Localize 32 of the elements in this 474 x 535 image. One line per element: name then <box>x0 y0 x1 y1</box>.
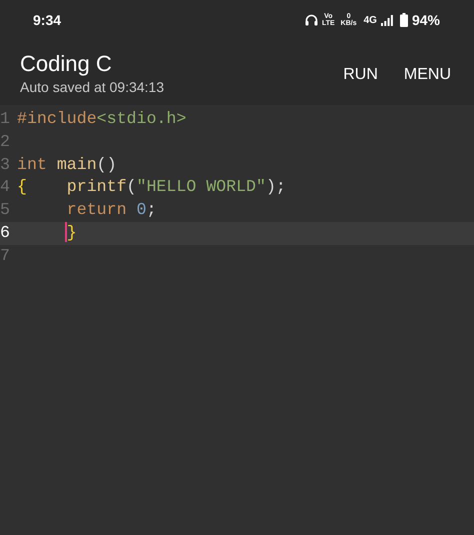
text-cursor <box>64 222 67 242</box>
code-token: ; <box>146 200 156 220</box>
code-token: 0 <box>136 200 146 220</box>
code-token: ); <box>266 177 286 196</box>
line-number: 2 <box>0 130 10 153</box>
toolbar-button[interactable]: MENU <box>396 61 459 89</box>
code-token: <stdio.h> <box>96 108 186 128</box>
code-token: ( <box>126 177 136 196</box>
line-number: 4 <box>0 176 10 198</box>
code-token: { <box>17 177 27 196</box>
app-title: Coding C <box>20 51 113 77</box>
code-token: () <box>96 154 117 174</box>
line-number: 1 <box>0 108 10 130</box>
code-token: #include <box>17 108 97 128</box>
line-number: 5 <box>0 199 10 222</box>
battery-percent: 94% <box>412 10 440 30</box>
autosave-status: Auto saved at 09:34:13 <box>20 78 164 97</box>
battery-icon <box>400 13 408 27</box>
network-type: 4G <box>364 14 377 28</box>
line-number: 6 <box>0 222 10 244</box>
code-token: printf <box>66 177 127 196</box>
signal-icon <box>380 14 393 26</box>
line-number: 7 <box>0 244 10 267</box>
code-token: return <box>66 200 127 220</box>
code-token: int <box>17 154 47 174</box>
code-token: main <box>56 154 97 174</box>
status-time: 9:34 <box>33 10 62 30</box>
code-token: "HELLO WORLD" <box>136 177 266 196</box>
headphones-icon <box>304 14 318 26</box>
line-number: 3 <box>0 154 10 176</box>
toolbar-button[interactable]: RUN <box>335 61 386 89</box>
code-token: } <box>66 222 77 242</box>
